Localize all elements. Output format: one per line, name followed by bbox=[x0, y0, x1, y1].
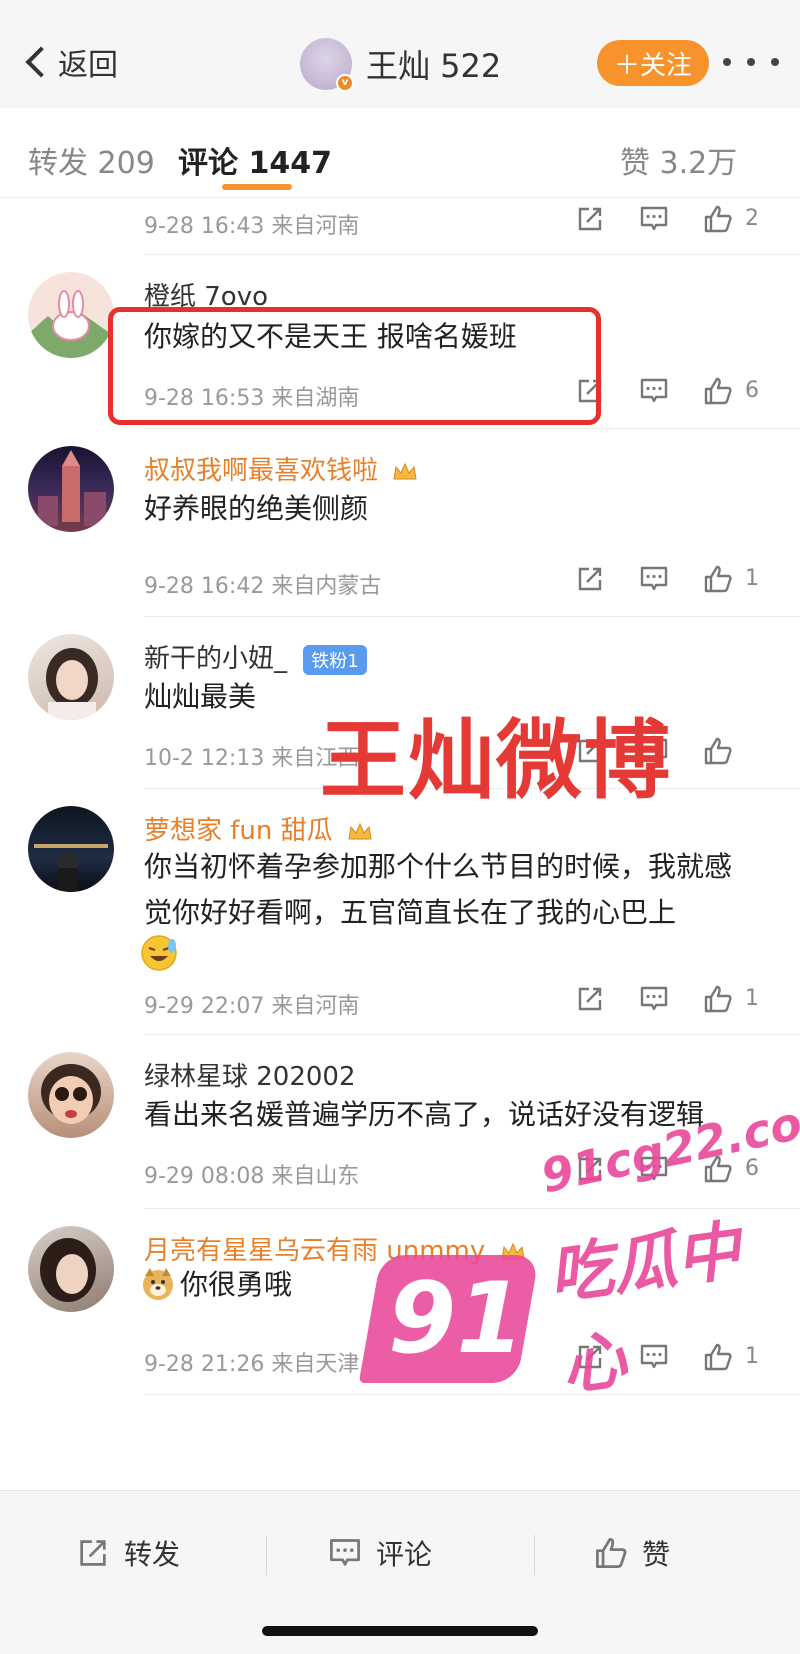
like-count: 6 bbox=[745, 378, 759, 403]
divider bbox=[144, 1034, 800, 1035]
thumbs-up-icon[interactable] bbox=[703, 204, 733, 234]
share-icon[interactable] bbox=[575, 564, 605, 594]
avatar: v bbox=[300, 38, 354, 92]
share-icon[interactable] bbox=[575, 204, 605, 234]
comment-icon[interactable] bbox=[639, 376, 669, 406]
comment-label: 评论 bbox=[376, 1538, 433, 1571]
castle-avatar-icon bbox=[38, 450, 106, 526]
crown-icon bbox=[393, 462, 417, 479]
thumbs-up-icon[interactable] bbox=[703, 736, 733, 766]
commenter-name[interactable]: 绿林星球 202002 bbox=[144, 1056, 356, 1093]
thumbs-up-icon[interactable] bbox=[703, 376, 733, 406]
divider bbox=[144, 1394, 800, 1395]
repost-label: 转发 bbox=[124, 1538, 181, 1571]
chevron-left-icon bbox=[25, 46, 57, 78]
back-button[interactable]: 返回 bbox=[22, 40, 118, 84]
comment-actions: 2 bbox=[575, 204, 785, 238]
separator bbox=[534, 1535, 535, 1575]
comment-meta: 9-29 22:07 来自河南 bbox=[144, 994, 360, 1019]
thumbs-up-icon[interactable] bbox=[703, 564, 733, 594]
avatar[interactable] bbox=[28, 806, 114, 892]
night-scene-avatar-icon bbox=[34, 844, 108, 892]
home-indicator[interactable] bbox=[262, 1626, 538, 1636]
comment-icon[interactable] bbox=[639, 984, 669, 1014]
thumbs-up-icon bbox=[594, 1536, 628, 1570]
like-count: 2 bbox=[745, 206, 759, 231]
commenter-name-label: 新干的小妞_ bbox=[144, 644, 288, 674]
divider bbox=[144, 428, 800, 429]
profile-title[interactable]: v 王灿 522 bbox=[300, 36, 501, 92]
comment-icon[interactable] bbox=[639, 564, 669, 594]
child-avatar-icon bbox=[41, 1064, 101, 1124]
comment-text: 好养眼的绝美侧颜 bbox=[144, 492, 369, 525]
watermark-badge-number: 91 bbox=[388, 1262, 525, 1376]
top-nav-bar: 返回 v 王灿 522 ＋关注 bbox=[0, 0, 800, 108]
like-label: 赞 bbox=[642, 1538, 671, 1571]
fan-level-badge: 铁粉1 bbox=[303, 644, 367, 675]
tab-likes[interactable]: 赞 3.2万 bbox=[620, 138, 737, 182]
commenter-name[interactable]: 萝想家 fun 甜瓜 bbox=[144, 810, 373, 847]
follow-button[interactable]: ＋关注 bbox=[597, 40, 709, 86]
avatar[interactable] bbox=[28, 634, 114, 720]
tab-repost[interactable]: 转发 209 bbox=[28, 138, 155, 182]
commenter-name-label: 叔叔我啊最喜欢钱啦 bbox=[144, 456, 379, 486]
active-tab-indicator bbox=[222, 184, 292, 190]
avatar[interactable] bbox=[28, 272, 114, 358]
crying-laughing-emoji-icon bbox=[141, 935, 177, 971]
page-title: 王灿 522 bbox=[366, 47, 502, 85]
doge-emoji-icon bbox=[143, 1268, 173, 1300]
comment-meta: 9-29 08:08 来自山东 bbox=[144, 1164, 360, 1189]
divider bbox=[144, 616, 800, 617]
like-button[interactable]: 赞 bbox=[594, 1531, 670, 1575]
comment-meta: 9-28 16:43 来自河南 bbox=[144, 214, 360, 239]
comment-actions: 1 bbox=[575, 984, 785, 1018]
comment-icon bbox=[328, 1536, 362, 1570]
comment-button[interactable]: 评论 bbox=[328, 1531, 432, 1575]
commenter-name[interactable]: 新干的小妞_ 铁粉1 bbox=[144, 638, 367, 675]
watermark-site-name: 吃瓜中心 bbox=[544, 1214, 745, 1406]
more-options-icon[interactable] bbox=[723, 52, 779, 72]
thumbs-up-icon[interactable] bbox=[703, 984, 733, 1014]
like-count: 1 bbox=[745, 566, 759, 591]
crown-icon bbox=[348, 822, 372, 839]
tab-comments[interactable]: 评论 1447 bbox=[178, 138, 332, 182]
back-label: 返回 bbox=[58, 48, 118, 83]
avatar[interactable] bbox=[28, 446, 114, 532]
share-icon[interactable] bbox=[575, 984, 605, 1014]
comment-icon[interactable] bbox=[639, 204, 669, 234]
verified-badge-icon: v bbox=[336, 74, 354, 92]
comment-meta: 9-28 16:42 来自内蒙古 bbox=[144, 574, 382, 599]
separator bbox=[266, 1535, 267, 1575]
bunny-avatar-icon bbox=[28, 290, 114, 358]
highlight-box bbox=[108, 307, 601, 425]
comment-actions: 6 bbox=[575, 376, 785, 410]
comment-meta: 9-28 21:26 来自天津 bbox=[144, 1352, 360, 1377]
comment-actions: 1 bbox=[575, 564, 785, 598]
commenter-name-label: 萝想家 fun 甜瓜 bbox=[144, 816, 333, 846]
repost-button[interactable]: 转发 bbox=[76, 1531, 180, 1575]
like-count: 1 bbox=[745, 986, 759, 1011]
avatar[interactable] bbox=[28, 1052, 114, 1138]
divider bbox=[144, 254, 800, 255]
commenter-name[interactable]: 叔叔我啊最喜欢钱啦 bbox=[144, 450, 418, 487]
comment-text: 你当初怀着孕参加那个什么节目的时候，我就感觉你好好看啊，五官简直长在了我的心巴上 bbox=[144, 850, 733, 929]
tab-bar: 转发 209 评论 1447 赞 3.2万 bbox=[0, 108, 800, 198]
share-icon bbox=[76, 1536, 110, 1570]
girl-avatar-icon bbox=[40, 1238, 96, 1302]
portrait-avatar-icon bbox=[46, 648, 98, 720]
watermark-title: 王灿微博 bbox=[320, 711, 672, 811]
avatar[interactable] bbox=[28, 1226, 114, 1312]
